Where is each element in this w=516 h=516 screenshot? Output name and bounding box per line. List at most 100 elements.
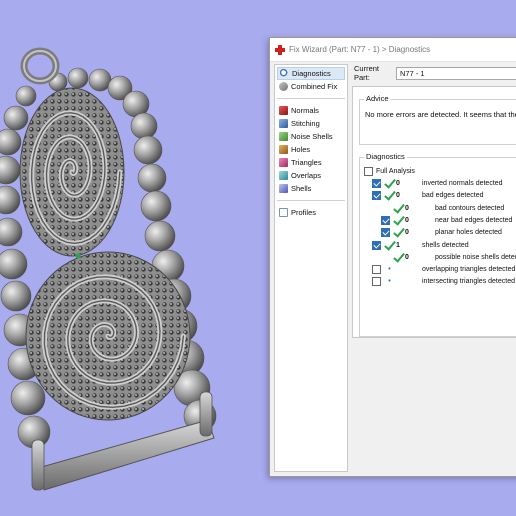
nav-item-label: Diagnostics bbox=[292, 69, 331, 78]
3d-viewport[interactable] bbox=[0, 0, 270, 516]
current-part-row: Current Part: N77 - 1 bbox=[352, 64, 516, 82]
triangles-icon bbox=[279, 158, 288, 167]
pendant-model bbox=[0, 47, 217, 491]
diagnostic-checkbox[interactable] bbox=[372, 277, 381, 287]
diagnostics-title: Diagnostics bbox=[364, 152, 407, 161]
diagnostic-row: 0 bad contours detected bbox=[381, 203, 504, 214]
red-cross-app-icon bbox=[275, 44, 285, 55]
title-bar[interactable]: Fix Wizard (Part: N77 - 1) > Diagnostics bbox=[270, 38, 516, 62]
diagnostic-checkbox[interactable] bbox=[381, 228, 390, 238]
nav-item-triangles[interactable]: Triangles bbox=[277, 156, 345, 169]
nav-divider bbox=[277, 200, 345, 201]
nav-item-label: Overlaps bbox=[291, 171, 322, 180]
green-check-icon bbox=[393, 252, 404, 263]
diagnostic-checkbox[interactable] bbox=[381, 215, 390, 225]
diagnostic-description: inverted normals detected bbox=[422, 180, 503, 187]
diagnostic-description: bad edges detected bbox=[422, 192, 484, 200]
normals-icon bbox=[279, 106, 288, 115]
diagnostics-group: Diagnostics Full Analysis 0 inverted norm… bbox=[359, 152, 516, 337]
nav-item-diagnostics[interactable]: Diagnostics bbox=[277, 67, 345, 80]
bead bbox=[88, 68, 112, 92]
bead bbox=[0, 217, 23, 247]
diagnostic-row: 1 shells detected bbox=[372, 240, 469, 251]
diagnostic-description: planar holes detected bbox=[435, 229, 502, 237]
nav-item-label: Holes bbox=[291, 145, 311, 154]
advice-title: Advice bbox=[364, 94, 391, 103]
nav-item-label: Profiles bbox=[291, 208, 317, 217]
diagnostic-checkbox[interactable] bbox=[372, 265, 381, 275]
diagnostic-row: 0 possible noise shells detec bbox=[381, 252, 516, 263]
diagnostic-count: 0 bbox=[396, 180, 400, 187]
pending-dot-icon: • bbox=[388, 278, 391, 286]
current-part-field[interactable]: N77 - 1 bbox=[396, 66, 516, 80]
current-part-label: Current Part: bbox=[354, 64, 380, 82]
diagnostic-row: 0 near bad edges detected bbox=[381, 215, 512, 226]
diagnostic-row: • overlapping triangles detected bbox=[372, 264, 515, 275]
diagnostic-count: 0 bbox=[396, 192, 400, 200]
advice-group: Advice No more errors are detected. It s… bbox=[359, 94, 516, 145]
nav-item-profiles[interactable]: Profiles bbox=[277, 206, 345, 219]
nav-item-shells[interactable]: Shells bbox=[277, 182, 345, 195]
fix-wizard-dialog: Fix Wizard (Part: N77 - 1) > Diagnostics… bbox=[269, 37, 516, 477]
window-title: Fix Wizard (Part: N77 - 1) > Diagnostics bbox=[289, 45, 431, 54]
bead bbox=[0, 185, 21, 215]
diagnostic-description: bad contours detected bbox=[435, 204, 505, 212]
diagnostic-checkbox[interactable] bbox=[372, 191, 381, 201]
bead bbox=[137, 163, 167, 193]
bead bbox=[0, 248, 28, 280]
bead bbox=[3, 105, 29, 131]
overlaps-icon bbox=[279, 171, 288, 180]
nav-item-stitching[interactable]: Stitching bbox=[277, 117, 345, 130]
bead bbox=[140, 190, 172, 222]
full-analysis-option[interactable]: Full Analysis bbox=[364, 166, 415, 177]
holes-icon bbox=[279, 145, 288, 154]
full-analysis-checkbox[interactable] bbox=[364, 167, 373, 176]
diagnostic-count: 0 bbox=[405, 253, 409, 261]
nav-item-holes[interactable]: Holes bbox=[277, 143, 345, 156]
advice-message: No more errors are detected. It seems th… bbox=[365, 110, 516, 119]
nav-item-normals[interactable]: Normals bbox=[277, 104, 345, 117]
green-check-icon bbox=[393, 227, 404, 238]
pivot-marker bbox=[75, 253, 81, 259]
bead bbox=[10, 380, 46, 416]
nav-item-label: Shells bbox=[291, 184, 312, 193]
nav-divider bbox=[277, 98, 345, 99]
diagnostic-checkbox[interactable] bbox=[372, 240, 381, 250]
diagnostic-row: 0 bad edges detected bbox=[372, 190, 484, 201]
diagnostic-row: 0 planar holes detected bbox=[381, 227, 502, 238]
diagnostic-count: 0 bbox=[405, 204, 409, 212]
nav-item-label: Combined Fix bbox=[291, 82, 338, 91]
noise-shells-icon bbox=[279, 132, 288, 141]
nav-item-label: Stitching bbox=[291, 119, 320, 128]
nav-item-overlaps[interactable]: Overlaps bbox=[277, 169, 345, 182]
diagnostic-description: shells detected bbox=[422, 241, 469, 249]
nav-item-label: Triangles bbox=[291, 158, 322, 167]
pending-dot-icon: • bbox=[388, 266, 391, 274]
green-check-icon bbox=[384, 240, 395, 251]
diagnostic-checkbox[interactable] bbox=[372, 179, 381, 188]
combined-fix-icon bbox=[279, 82, 288, 91]
bead bbox=[0, 128, 22, 156]
bead bbox=[133, 135, 163, 165]
bail-ring bbox=[20, 47, 60, 85]
magnifier-icon bbox=[280, 69, 289, 78]
nav-item-label: Normals bbox=[291, 106, 319, 115]
nav-item-noise-shells[interactable]: Noise Shells bbox=[277, 130, 345, 143]
diagnostic-count: 0 bbox=[405, 229, 409, 237]
full-analysis-label: Full Analysis bbox=[376, 168, 415, 175]
diagnostic-row: • intersecting triangles detected bbox=[372, 276, 515, 287]
profiles-icon bbox=[279, 208, 288, 217]
diagnostic-description: near bad edges detected bbox=[435, 216, 513, 224]
nav-item-label: Noise Shells bbox=[291, 132, 333, 141]
green-check-icon bbox=[393, 215, 404, 226]
bead bbox=[144, 220, 176, 252]
bead bbox=[15, 85, 37, 107]
nav-item-combined-fix[interactable]: Combined Fix bbox=[277, 80, 345, 93]
diagnostics-page: Current Part: N77 - 1 Advice No more err… bbox=[352, 64, 516, 476]
stitching-icon bbox=[279, 119, 288, 128]
green-check-icon bbox=[393, 203, 404, 214]
green-check-icon bbox=[384, 178, 395, 189]
shells-icon bbox=[279, 184, 288, 193]
diagnostic-count: 1 bbox=[396, 241, 400, 249]
bead bbox=[130, 112, 158, 140]
